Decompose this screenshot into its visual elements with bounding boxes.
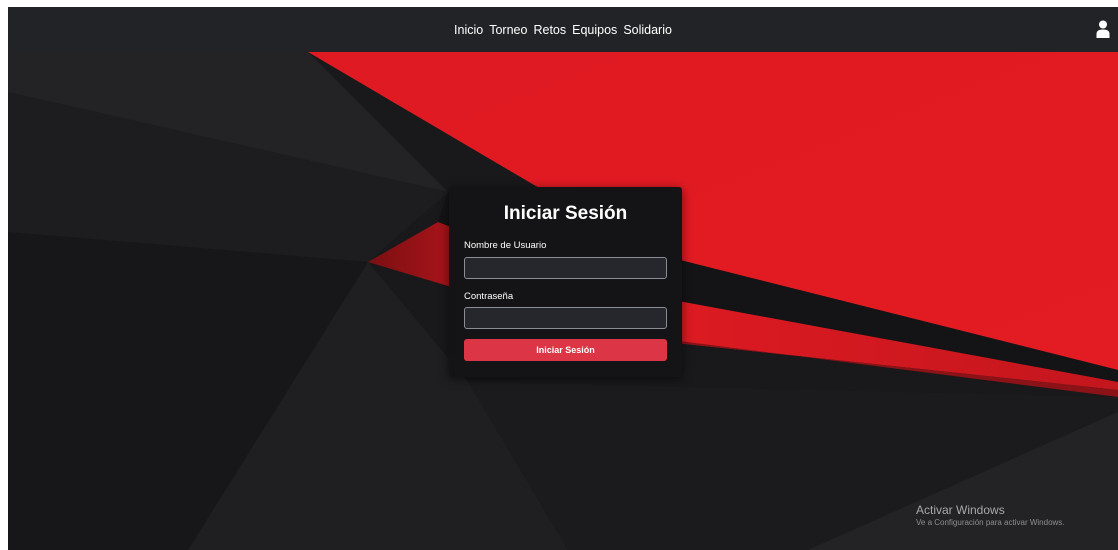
username-input[interactable] [464, 257, 667, 279]
login-title: Iniciar Sesión [503, 203, 628, 224]
browser-viewport: Inicio Torneo Retos Equipos Solidario In… [8, 7, 1118, 550]
user-menu-button[interactable] [1096, 20, 1110, 38]
password-label: Contraseña [464, 291, 514, 302]
nav-links: Inicio Torneo Retos Equipos Solidario [8, 7, 1118, 52]
user-icon [1096, 20, 1110, 38]
nav-link-inicio[interactable]: Inicio [454, 21, 483, 39]
nav-link-equipos[interactable]: Equipos [572, 21, 617, 39]
watermark-subtitle: Ve a Configuración para activar Windows. [916, 518, 1065, 527]
nav-link-retos[interactable]: Retos [533, 21, 566, 39]
password-input[interactable] [464, 307, 667, 329]
username-label: Nombre de Usuario [464, 240, 547, 251]
nav-link-torneo[interactable]: Torneo [489, 21, 527, 39]
nav-link-solidario[interactable]: Solidario [623, 21, 672, 39]
windows-activation-watermark: Activar Windows Ve a Configuración para … [916, 503, 1065, 527]
top-navbar: Inicio Torneo Retos Equipos Solidario [8, 7, 1118, 52]
watermark-title: Activar Windows [916, 503, 1005, 517]
login-card: Iniciar Sesión Nombre de Usuario Contras… [449, 187, 682, 377]
login-submit-button[interactable]: Iniciar Sesión [464, 339, 667, 361]
